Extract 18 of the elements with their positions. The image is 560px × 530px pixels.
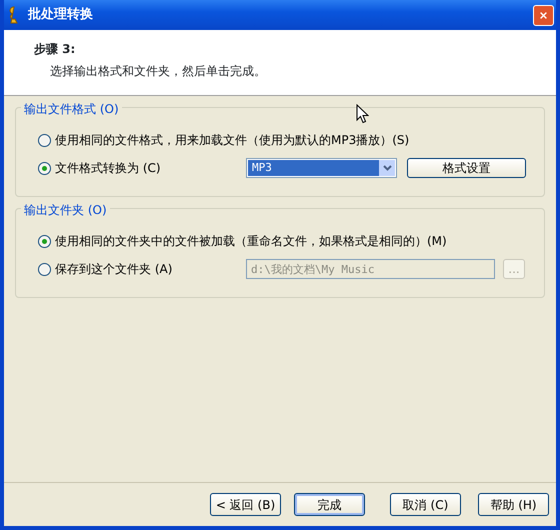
dialog-button[interactable]: 帮助 (H) xyxy=(478,493,549,516)
radio-option[interactable]: 文件格式转换为 (C) xyxy=(38,159,161,177)
group-title: 输出文件格式 (O) xyxy=(21,100,122,118)
dialog-button[interactable]: 完成 xyxy=(294,493,365,516)
format-dropdown[interactable]: MP3 xyxy=(246,158,397,178)
dialog-button[interactable]: < 返回 (B) xyxy=(210,493,281,516)
instruction-text: 选择输出格式和文件夹，然后单击完成。 xyxy=(49,63,267,80)
cursor-icon xyxy=(356,104,369,124)
radio-option[interactable]: 使用相同的文件格式，用来加载文件（使用为默认的MP3播放）(S) xyxy=(38,131,410,149)
step-title: 步骤 3: xyxy=(34,41,76,58)
group-title: 输出文件夹 (O) xyxy=(21,201,110,219)
dialog-button[interactable]: 取消 (C) xyxy=(390,493,461,516)
caret-icon xyxy=(382,165,392,171)
radio-option[interactable]: 使用相同的文件夹中的文件被加载（重命名文件，如果格式是相同的）(M) xyxy=(38,232,447,250)
window-title: 批处理转换 xyxy=(28,6,93,24)
close-icon xyxy=(540,10,547,20)
format-settings-button[interactable]: 格式设置 xyxy=(407,158,526,178)
close-button[interactable] xyxy=(533,4,554,26)
